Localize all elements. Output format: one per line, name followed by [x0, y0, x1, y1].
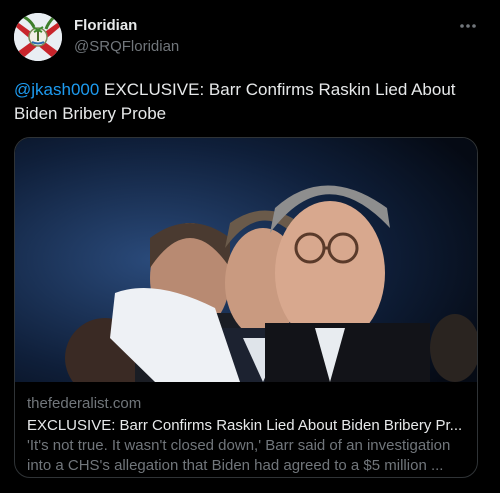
- tweet-text: @jkash000 EXCLUSIVE: Barr Confirms Raski…: [14, 78, 484, 126]
- card-title: EXCLUSIVE: Barr Confirms Raskin Lied Abo…: [27, 417, 463, 434]
- author-display-name[interactable]: Floridian: [74, 16, 179, 36]
- author-info: Floridian @SRQFloridian: [74, 16, 179, 57]
- link-preview-card[interactable]: thefederalist.com EXCLUSIVE: Barr Confir…: [14, 137, 478, 478]
- author-handle[interactable]: @SRQFloridian: [74, 37, 179, 57]
- card-image[interactable]: [15, 138, 477, 382]
- more-horizontal-icon: [460, 24, 476, 28]
- mention-link[interactable]: @jkash000: [14, 80, 99, 99]
- card-description: 'It's not true. It wasn't closed down,' …: [27, 437, 451, 474]
- tweet[interactable]: Floridian @SRQFloridian @jkash000 EXCLUS…: [0, 0, 500, 493]
- more-options-button[interactable]: [456, 16, 480, 36]
- florida-flag-avatar-icon: [14, 13, 62, 61]
- card-domain: thefederalist.com: [27, 395, 142, 412]
- avatar[interactable]: [14, 13, 62, 61]
